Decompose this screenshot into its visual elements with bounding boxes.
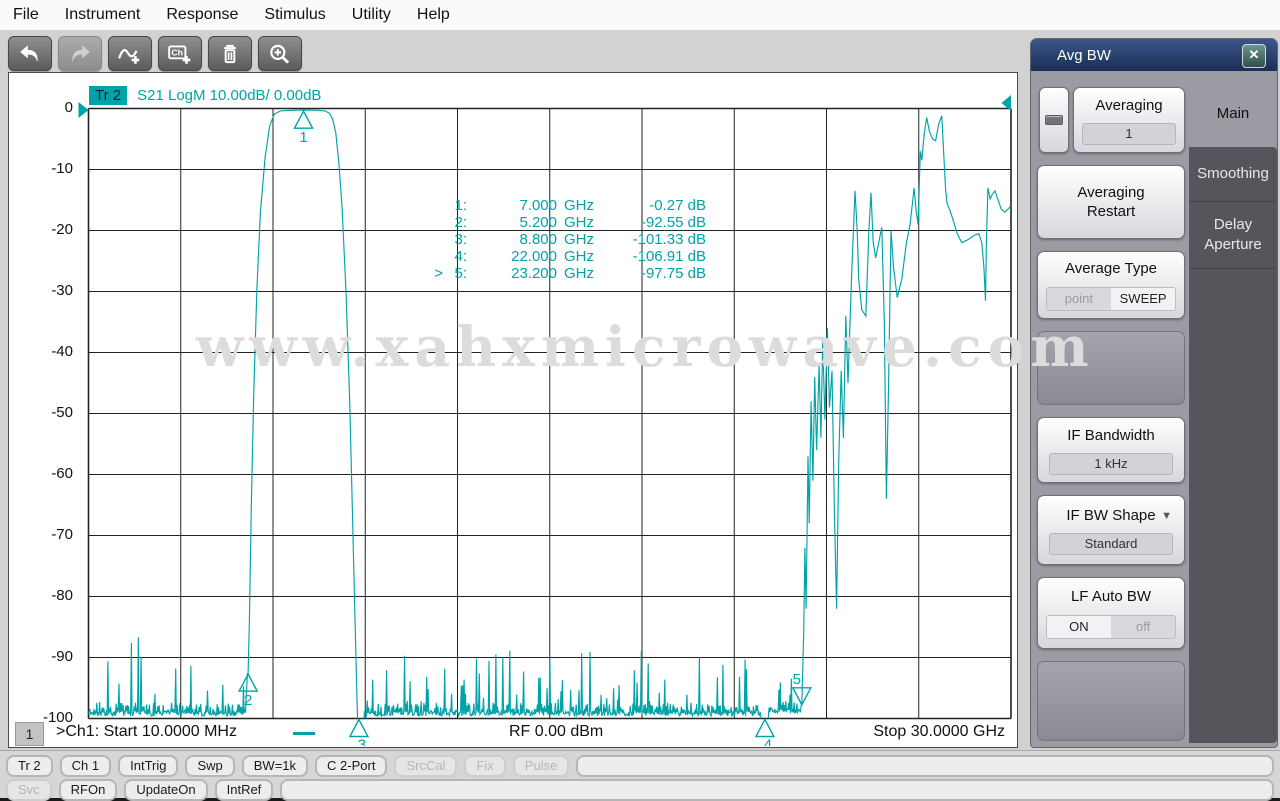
status-fixture: Fix: [464, 755, 506, 777]
average-type-label: Average Type: [1064, 260, 1157, 277]
redo-button[interactable]: [58, 36, 102, 71]
toggle-led-icon: [1045, 115, 1063, 125]
vna-application-window: File Instrument Response Stimulus Utilit…: [0, 0, 1280, 801]
averaging-restart-label-line1: Averaging: [1077, 184, 1145, 201]
undo-button[interactable]: [8, 36, 52, 71]
marker-readout-table: 1: 7.000 GHz -0.27 dB 2: 5.200 GHz -92.55 dB 3…: [429, 197, 706, 282]
tab-main[interactable]: Main: [1189, 83, 1277, 143]
lf-auto-bw-segmented-toggle[interactable]: ON off: [1045, 615, 1177, 639]
add-channel-button[interactable]: Ch: [158, 36, 202, 71]
status-pulse: Pulse: [512, 755, 570, 777]
stop-frequency-label: Stop 30.0000 GHz: [873, 723, 1005, 740]
status-channel: Ch 1: [59, 755, 112, 777]
add-channel-icon: Ch: [167, 43, 193, 65]
panel-tabs: Main Smoothing Delay Aperture: [1189, 75, 1277, 743]
rf-power-label: RF 0.00 dBm: [509, 723, 604, 740]
menu-instrument[interactable]: Instrument: [52, 6, 154, 24]
tab-delay-aperture-line1: Delay: [1213, 216, 1253, 233]
channel-badge: 1: [15, 722, 44, 746]
undo-icon: [17, 43, 43, 65]
if-bandwidth-button[interactable]: IF Bandwidth 1 kHz: [1037, 417, 1185, 483]
s21-trace-plot: 123 45: [78, 95, 1012, 746]
status-sweep: Swp: [185, 755, 235, 777]
add-trace-icon: [117, 43, 143, 65]
start-frequency-label: >Ch1: Start 10.0000 MHz: [56, 723, 237, 740]
tab-delay-aperture[interactable]: Delay Aperture: [1189, 202, 1277, 269]
delete-trace-button[interactable]: [208, 36, 252, 71]
lf-auto-bw-on-option[interactable]: ON: [1046, 616, 1111, 638]
svg-text:2: 2: [244, 692, 252, 709]
avg-bw-panel: Avg BW ✕ Averaging 1 Averaging Restart A…: [1030, 38, 1278, 748]
marker-row-5-active: >5: 23.200 GHz -97.75 dB: [434, 265, 706, 282]
averaging-restart-button[interactable]: Averaging Restart: [1037, 165, 1185, 239]
tab-smoothing[interactable]: Smoothing: [1189, 147, 1277, 202]
lf-auto-bw-label: LF Auto BW: [1070, 588, 1152, 605]
averaging-value-field: 1: [1081, 122, 1177, 145]
status-srccal: SrcCal: [394, 755, 458, 777]
plot-area: Tr 2 S21 LogM 10.00dB/ 0.00dB 0 -10 -20 …: [8, 72, 1018, 748]
averaging-label: Averaging: [1095, 96, 1163, 114]
if-bandwidth-value-field: 1 kHz: [1048, 452, 1174, 475]
menu-bar: File Instrument Response Stimulus Utilit…: [0, 0, 1280, 31]
panel-title-bar: Avg BW: [1031, 39, 1277, 71]
marker-row-4: 4: 22.000 GHz -106.91 dB: [454, 248, 706, 265]
trace-color-key: [293, 732, 315, 735]
svg-text:5: 5: [793, 671, 801, 688]
marker-2[interactable]: 2: [237, 672, 259, 709]
status-trigger: IntTrig: [118, 755, 179, 777]
marker-row-1: 1: 7.000 GHz -0.27 dB: [454, 197, 706, 214]
disabled-button-1: [1037, 331, 1185, 405]
panel-close-button[interactable]: ✕: [1242, 44, 1266, 68]
averaging-restart-label-line2: Restart: [1086, 203, 1136, 220]
panel-tab-column: Smoothing Delay Aperture: [1189, 147, 1277, 743]
status-bar: Tr 2 Ch 1 IntTrig Swp BW=1k C 2-Port Src…: [0, 750, 1280, 801]
menu-stimulus[interactable]: Stimulus: [251, 6, 338, 24]
zoom-button[interactable]: [258, 36, 302, 71]
status-row2-spacer: [280, 779, 1274, 801]
status-update: UpdateOn: [124, 779, 208, 801]
if-bw-shape-value-field: Standard: [1048, 532, 1174, 555]
average-type-point-option[interactable]: point: [1047, 288, 1111, 310]
if-bw-shape-label: IF BW Shape: [1066, 506, 1156, 524]
marker-row-3: 3: 8.800 GHz -101.33 dB: [454, 231, 706, 248]
svg-text:1: 1: [299, 129, 307, 146]
trash-icon: [217, 43, 243, 65]
menu-help[interactable]: Help: [404, 6, 463, 24]
status-calibration: C 2-Port: [315, 755, 388, 777]
status-trace: Tr 2: [6, 755, 53, 777]
stimulus-readout-bar: 1 >Ch1: Start 10.0000 MHz RF 0.00 dBm St…: [9, 721, 1015, 747]
close-icon: ✕: [1248, 47, 1260, 62]
zoom-icon: [267, 43, 293, 65]
if-bandwidth-label: IF Bandwidth: [1067, 426, 1155, 444]
add-trace-button[interactable]: [108, 36, 152, 71]
marker-row-2: 2: 5.200 GHz -92.55 dB: [454, 214, 706, 231]
menu-response[interactable]: Response: [153, 6, 251, 24]
averaging-button[interactable]: Averaging 1: [1073, 87, 1185, 153]
chevron-down-icon: ▼: [1161, 510, 1172, 522]
status-bandwidth: BW=1k: [241, 755, 309, 777]
status-rf: RFOn: [58, 779, 118, 801]
average-type-sweep-option[interactable]: SWEEP: [1111, 288, 1176, 310]
panel-title: Avg BW: [1057, 46, 1111, 64]
lf-auto-bw-off-option[interactable]: off: [1111, 616, 1175, 638]
tab-delay-aperture-line2: Aperture: [1204, 236, 1262, 253]
disabled-button-2: [1037, 661, 1185, 741]
status-row1-spacer: [576, 755, 1274, 777]
marker-1[interactable]: 1: [293, 109, 314, 146]
status-service: Svc: [6, 779, 52, 801]
averaging-toggle-button[interactable]: [1039, 87, 1069, 153]
average-type-button[interactable]: Average Type point SWEEP: [1037, 251, 1185, 319]
menu-file[interactable]: File: [0, 6, 52, 24]
average-type-segmented-toggle[interactable]: point SWEEP: [1045, 287, 1177, 311]
menu-utility[interactable]: Utility: [339, 6, 404, 24]
status-reference: IntRef: [214, 779, 274, 801]
lf-auto-bw-button[interactable]: LF Auto BW ON off: [1037, 577, 1185, 649]
if-bw-shape-button[interactable]: IF BW Shape ▼ Standard: [1037, 495, 1185, 565]
svg-text:Ch: Ch: [171, 47, 183, 57]
redo-icon: [67, 43, 93, 65]
